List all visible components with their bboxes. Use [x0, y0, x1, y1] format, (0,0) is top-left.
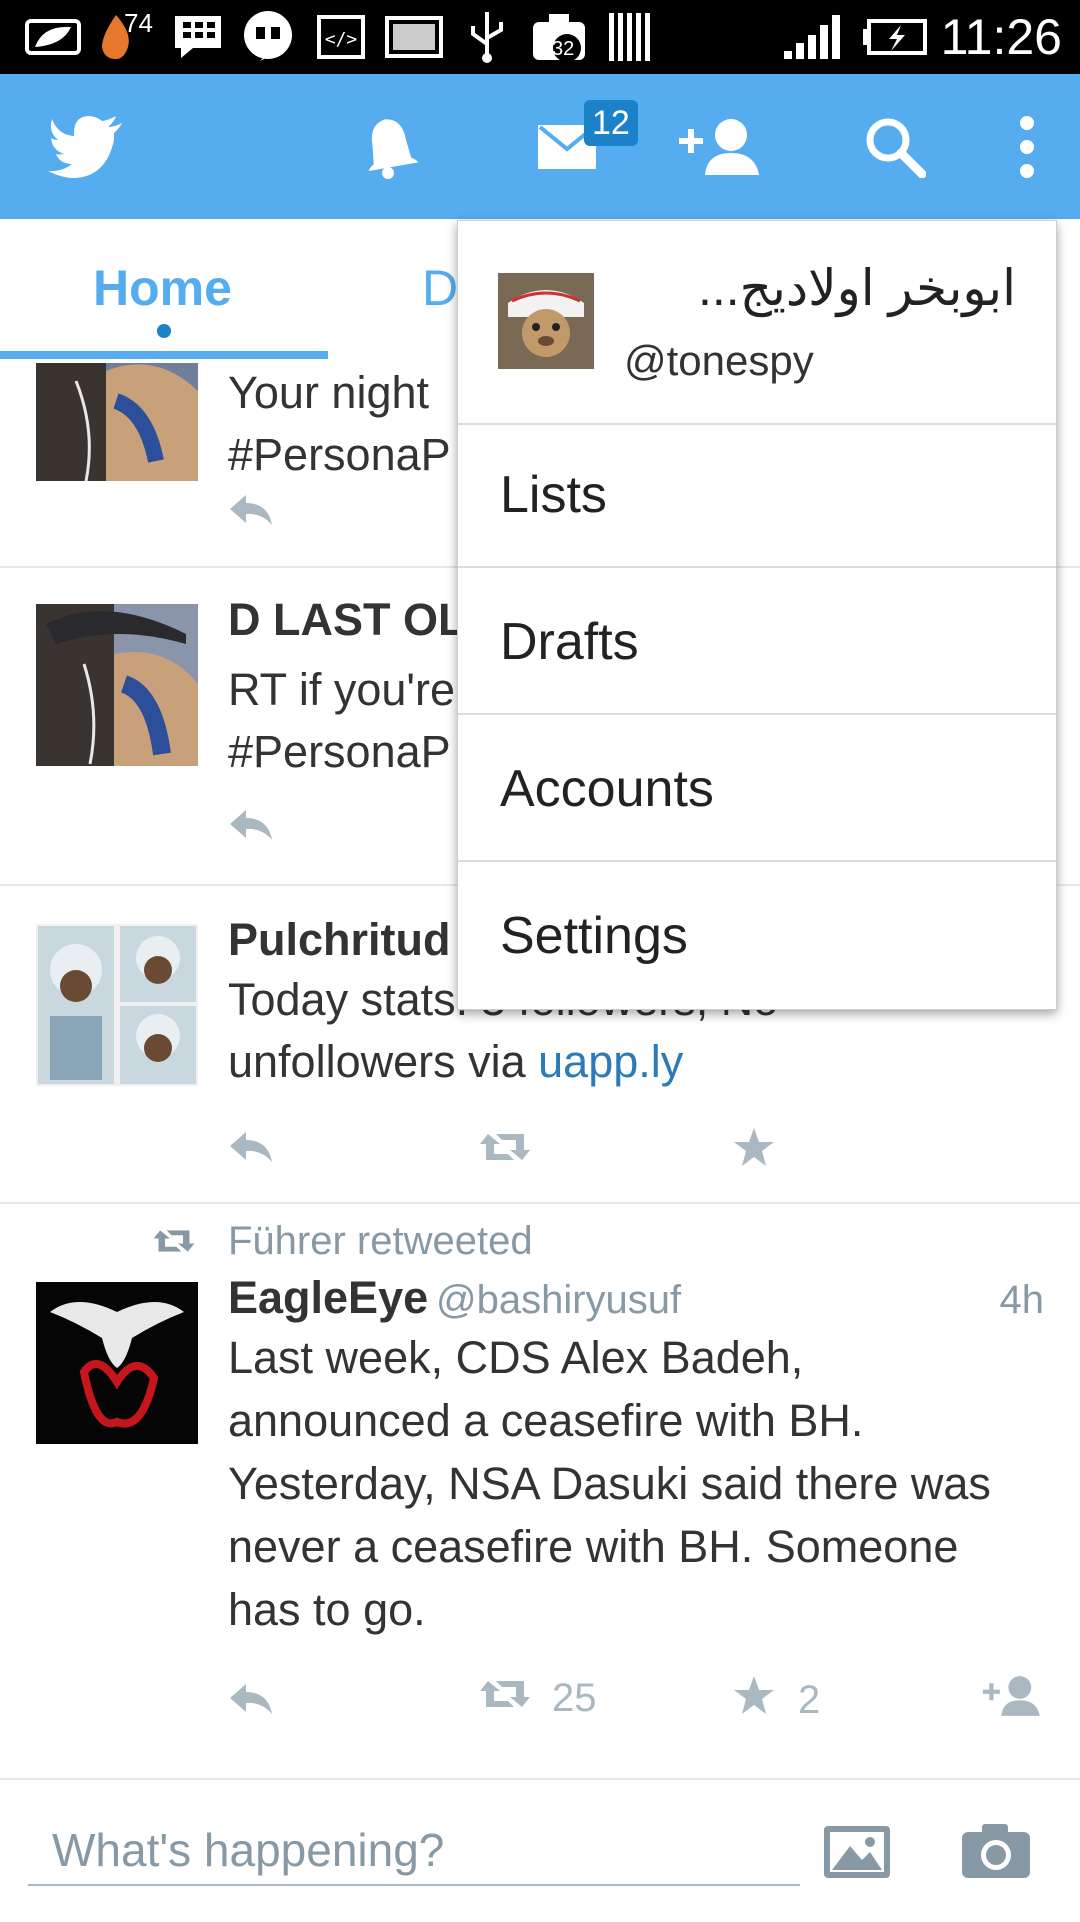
favorite-button[interactable]: 2: [732, 1674, 820, 1726]
tweet-2-avatar[interactable]: [36, 604, 198, 766]
tweet-4-author[interactable]: EagleEye: [228, 1272, 428, 1324]
retweet-icon[interactable]: [478, 1130, 532, 1164]
menu-account-header[interactable]: ابوبخر اولاديج... @tonespy: [458, 221, 1056, 425]
favorite-star-icon[interactable]: [732, 1126, 776, 1168]
tweet-1-line2: #PersonaP: [228, 429, 451, 480]
tweet-1-line1: Your night: [228, 367, 430, 418]
favorite-star-icon: [732, 1674, 776, 1726]
tab-second[interactable]: D: [422, 259, 458, 317]
menu-item-settings[interactable]: Settings: [458, 864, 1056, 1009]
tab-home[interactable]: Home: [93, 259, 232, 317]
tweet-3-line2: unfollowers via uapp.ly: [228, 1030, 683, 1093]
follow-user-icon[interactable]: [980, 1674, 1044, 1718]
reply-icon[interactable]: [228, 1682, 274, 1716]
tweet-2-line2: #PersonaP: [228, 726, 451, 777]
tweet-3-line2-text: unfollowers via: [228, 1036, 539, 1087]
tweet-4-retweeted-by[interactable]: Führer retweeted: [228, 1210, 533, 1273]
menu-account-handle: @tonespy: [624, 337, 814, 384]
signal-icon: [780, 12, 844, 62]
tweet-4-line2: announced a ceasefire with BH.: [228, 1395, 864, 1446]
twitter-bird-icon[interactable]: [36, 74, 136, 219]
reply-icon[interactable]: [228, 1130, 274, 1164]
messages-envelope-icon[interactable]: [522, 74, 612, 219]
camera-icon[interactable]: [960, 1820, 1032, 1885]
image-icon: [384, 12, 444, 62]
code-icon: </>: [316, 12, 366, 62]
tweet-4-line3: Yesterday, NSA Dasuki said there was: [228, 1458, 991, 1509]
retweet-icon: [478, 1676, 532, 1721]
reply-icon[interactable]: [228, 808, 274, 842]
tweet-4-line5: has to go.: [228, 1584, 426, 1635]
favorite-count: 2: [798, 1677, 821, 1722]
tweet-2-author[interactable]: D LAST OL: [228, 594, 465, 646]
retweeted-icon: [152, 1226, 196, 1256]
hangouts-icon: [240, 11, 296, 62]
tweet-3-link[interactable]: uapp.ly: [538, 1036, 683, 1087]
reply-icon[interactable]: [228, 493, 274, 527]
tweet-2-line1: RT if you're: [228, 664, 456, 715]
messages-badge: 12: [584, 100, 638, 146]
tab-active-underline: [0, 351, 328, 359]
add-user-icon[interactable]: [672, 74, 768, 219]
overflow-menu-icon[interactable]: [1002, 74, 1052, 219]
menu-account-avatar: [498, 273, 594, 369]
leaf-icon: [22, 12, 84, 62]
tweet-3-avatar[interactable]: [36, 924, 198, 1086]
menu-item-accounts[interactable]: Accounts: [458, 717, 1056, 862]
tweet-1-avatar[interactable]: [36, 363, 198, 481]
tweet-4-time: 4h: [999, 1278, 1045, 1322]
tweet-4-avatar[interactable]: [36, 1282, 198, 1444]
compose-input[interactable]: What's happening?: [28, 1816, 800, 1886]
menu-account-display-name: ابوبخر اولاديج...: [698, 260, 1016, 316]
barcode-icon: [606, 12, 652, 62]
overflow-dropdown-menu: ابوبخر اولاديج... @tonespy Lists Drafts …: [457, 220, 1057, 1010]
tab-home-indicator-dot: [157, 324, 171, 338]
status-bar: 74 </> 32 11:26: [0, 0, 1080, 74]
image-attach-icon[interactable]: [822, 1824, 892, 1885]
tweet-4-line4: never a ceasefire with BH. Someone: [228, 1521, 959, 1572]
menu-item-drafts[interactable]: Drafts: [458, 570, 1056, 715]
usb-icon: [462, 12, 512, 63]
tweet-composer: What's happening?: [0, 1778, 1080, 1922]
search-icon[interactable]: [860, 74, 930, 219]
svg-text:</>: </>: [325, 29, 358, 50]
retweet-button[interactable]: 25: [478, 1676, 597, 1721]
notification-count: 74: [124, 8, 153, 38]
battery-icon: [860, 12, 930, 62]
menu-item-lists[interactable]: Lists: [458, 423, 1056, 568]
status-time: 11:26: [940, 9, 1062, 65]
tweet-4[interactable]: Führer retweeted EagleEye @bashiryusuf 4…: [0, 1204, 1080, 1780]
camera-count: 32: [552, 38, 575, 60]
retweet-count: 25: [552, 1676, 597, 1720]
bbm-icon: [170, 12, 226, 62]
app-bar: 12: [0, 74, 1080, 219]
tweet-3-author[interactable]: Pulchritud: [228, 914, 451, 966]
tweet-4-line1: Last week, CDS Alex Badeh,: [228, 1332, 804, 1383]
notifications-bell-icon[interactable]: [350, 74, 430, 219]
tweet-4-handle[interactable]: @bashiryusuf: [436, 1278, 681, 1323]
